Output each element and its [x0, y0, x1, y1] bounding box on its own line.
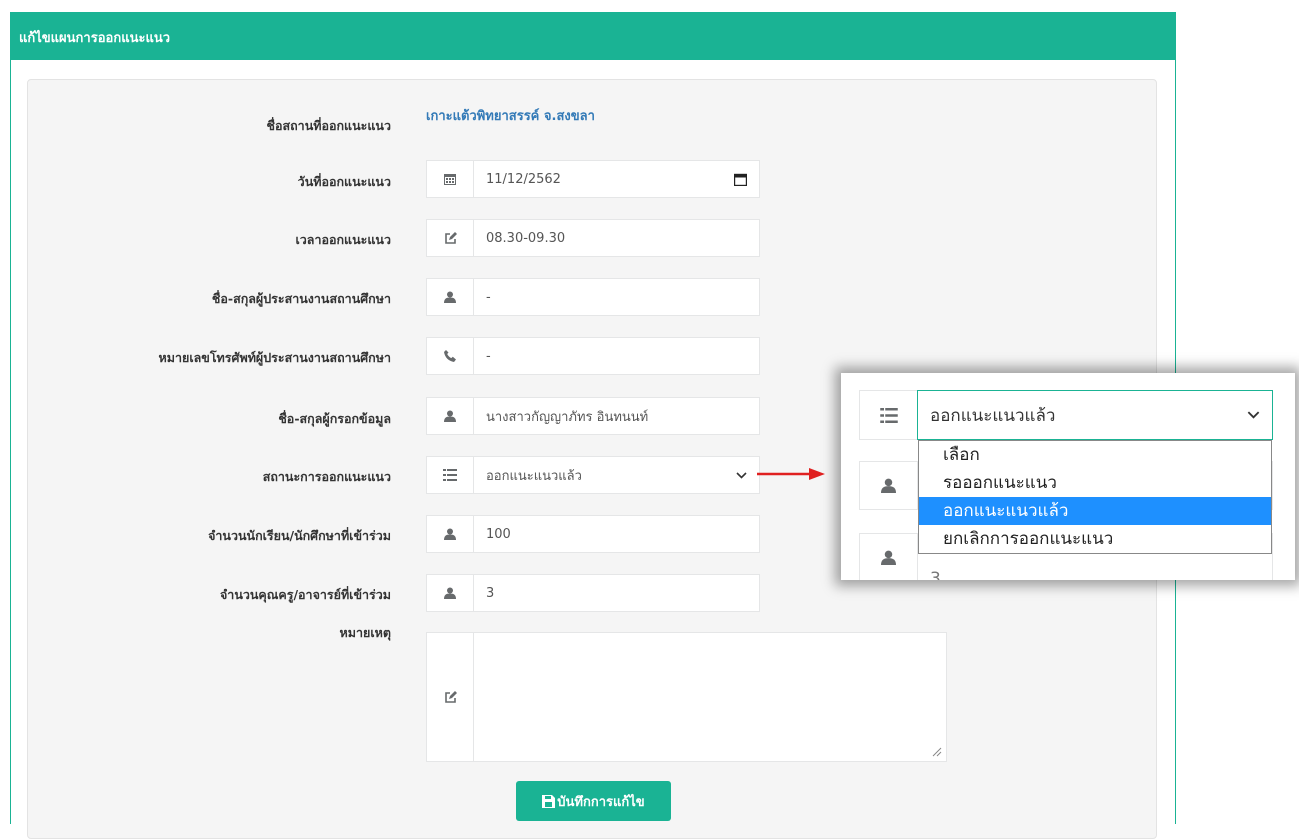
- filler-group: นางสาวกัญญาภัทร อินทนนท์: [426, 397, 760, 435]
- user-icon: [426, 515, 473, 553]
- teachers-input[interactable]: 3: [473, 574, 760, 612]
- edit-icon: [426, 632, 473, 762]
- resize-handle-icon[interactable]: [932, 747, 942, 757]
- time-label: เวลาออกแนะแนว: [295, 232, 392, 247]
- dropdown-option[interactable]: รอออกแนะแนว: [919, 469, 1271, 497]
- status-label: สถานะการออกแนะแนว: [262, 469, 391, 484]
- coord-phone-group: -: [426, 337, 760, 375]
- teachers-label: จำนวนคุณครู/อาจารย์ที่เข้าร่วม: [219, 587, 391, 602]
- coord-phone-input[interactable]: -: [473, 337, 760, 375]
- place-label: ชื่อสถานที่ออกแนะแนว: [266, 118, 391, 133]
- date-picker-icon[interactable]: [734, 173, 747, 186]
- panel-title: แก้ไขแผนการออกแนะแนว: [11, 13, 1175, 60]
- time-group: 08.30-09.30: [426, 219, 760, 257]
- list-icon: [859, 390, 917, 440]
- phone-icon: [426, 337, 473, 375]
- user-icon: [859, 533, 917, 580]
- save-button-label: บันทึกการแก้ไข: [557, 794, 645, 810]
- status-group: ออกแนะแนวแล้ว: [426, 456, 760, 494]
- calendar-icon: [426, 160, 473, 198]
- filler-label: ชื่อ-สกุลผู้กรอกข้อมูล: [278, 411, 391, 426]
- coord-name-label: ชื่อ-สกุลผู้ประสานงานสถานศึกษา: [211, 291, 391, 306]
- chevron-down-icon: [1247, 411, 1260, 419]
- status-dropdown-list: เลือก รอออกแนะแนว ออกแนะแนวแล้ว ยกเลิกกา…: [918, 440, 1272, 554]
- note-group: [426, 632, 947, 762]
- user-icon: [426, 574, 473, 612]
- edit-icon: [426, 219, 473, 257]
- dropdown-option[interactable]: เลือก: [919, 441, 1271, 469]
- coord-name-input[interactable]: -: [473, 278, 760, 316]
- dropdown-option-selected[interactable]: ออกแนะแนวแล้ว: [919, 497, 1271, 525]
- date-group: 11/12/2562: [426, 160, 760, 198]
- annotation-arrow-icon: [757, 468, 825, 480]
- date-input[interactable]: 11/12/2562: [473, 160, 760, 198]
- coord-name-group: -: [426, 278, 760, 316]
- chevron-down-icon: [736, 471, 747, 479]
- filler-input[interactable]: นางสาวกัญญาภัทร อินทนนท์: [473, 397, 760, 435]
- user-icon: [426, 397, 473, 435]
- date-value: 11/12/2562: [486, 171, 561, 187]
- user-icon: [426, 278, 473, 316]
- students-input[interactable]: 100: [473, 515, 760, 553]
- zoom-status-select[interactable]: ออกแนะแนวแล้ว: [917, 390, 1273, 440]
- coord-phone-label: หมายเลขโทรศัพท์ผู้ประสานงานสถานศึกษา: [158, 350, 391, 365]
- date-label: วันที่ออกแนะแนว: [297, 174, 391, 189]
- place-value: เกาะแต้วพิทยาสรรค์ จ.สงขลา: [426, 109, 595, 124]
- teachers-group: 3: [426, 574, 760, 612]
- students-label: จำนวนนักเรียน/นักศึกษาที่เข้าร่วม: [208, 528, 391, 543]
- list-icon: [426, 456, 473, 494]
- students-group: 100: [426, 515, 760, 553]
- save-icon: [542, 794, 556, 808]
- note-textarea[interactable]: [473, 632, 947, 762]
- time-input[interactable]: 08.30-09.30: [473, 219, 760, 257]
- note-label: หมายเหตุ: [339, 625, 391, 640]
- status-select[interactable]: ออกแนะแนวแล้ว: [473, 456, 760, 494]
- dropdown-option[interactable]: ยกเลิกการออกแนะแนว: [919, 525, 1271, 553]
- save-button[interactable]: บันทึกการแก้ไข: [516, 781, 671, 821]
- user-icon: [859, 461, 917, 510]
